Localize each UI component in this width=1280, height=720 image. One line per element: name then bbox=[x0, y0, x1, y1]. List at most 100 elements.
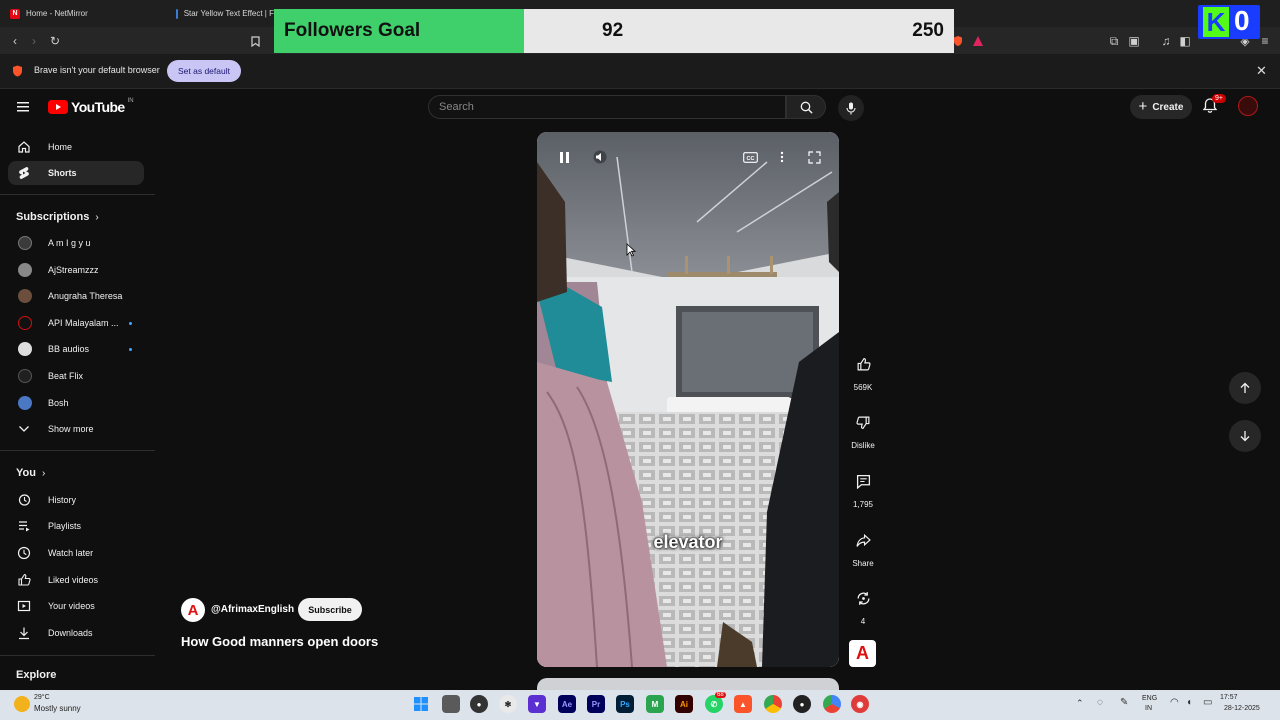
captions-icon[interactable]: CC bbox=[741, 148, 759, 166]
sidebar-item-label: AjStreamzzz bbox=[48, 265, 99, 275]
you-header[interactable]: You › bbox=[16, 467, 45, 479]
sidebar-item-shorts[interactable]: Shorts bbox=[8, 161, 144, 185]
previous-short-button[interactable] bbox=[1229, 372, 1261, 404]
app-m-icon[interactable]: M bbox=[646, 695, 664, 713]
channel-name[interactable]: @AfrimaxEnglish bbox=[211, 604, 294, 615]
search-box bbox=[428, 95, 786, 119]
vpn-app-icon[interactable]: ▼ bbox=[528, 695, 546, 713]
volume-icon[interactable] bbox=[591, 148, 609, 166]
default-browser-infobar: Brave isn't your default browser Set as … bbox=[0, 54, 1280, 89]
sidebar-item-subscription[interactable]: A m I g y u bbox=[8, 231, 144, 255]
subscriptions-header[interactable]: Subscriptions › bbox=[16, 211, 99, 223]
sidebar-item-home[interactable]: Home bbox=[8, 135, 144, 159]
sidebar-item-watch-later[interactable]: Watch later bbox=[8, 541, 144, 565]
explore-header: Explore bbox=[16, 669, 57, 681]
windows-start-icon[interactable] bbox=[412, 695, 430, 713]
battery-icon[interactable]: ▭ bbox=[1203, 697, 1212, 708]
followers-goal-target: 250 bbox=[912, 20, 944, 41]
sidebar-item-playlists[interactable]: Playlists bbox=[8, 514, 144, 538]
search-input[interactable] bbox=[429, 96, 785, 118]
speaker-icon[interactable]: ◖ bbox=[1186, 697, 1192, 708]
channel-avatar[interactable]: A bbox=[181, 598, 205, 622]
notifications-button[interactable]: 9+ bbox=[1202, 94, 1226, 117]
clock-date[interactable]: 28-12-2025 bbox=[1224, 705, 1260, 712]
network-tray-icon[interactable]: ◌ bbox=[1097, 697, 1103, 708]
reload-icon[interactable]: ↻ bbox=[47, 33, 63, 49]
pause-icon[interactable] bbox=[555, 148, 573, 166]
comments-button[interactable]: 1,795 bbox=[846, 466, 880, 509]
channel-thumbnail[interactable]: A bbox=[849, 640, 876, 667]
screenshot-icon[interactable]: ▣ bbox=[1126, 33, 1142, 49]
sidebar-item-subscription[interactable]: Bosh bbox=[8, 391, 144, 415]
share-icon bbox=[848, 525, 878, 555]
set-as-default-button[interactable]: Set as default bbox=[167, 60, 241, 82]
youtube-logo[interactable]: YouTube IN bbox=[48, 98, 134, 115]
pen-tray-icon[interactable]: ✎ bbox=[1120, 697, 1128, 708]
sidebar-item-liked-videos[interactable]: Liked videos bbox=[8, 568, 144, 592]
search-button[interactable] bbox=[786, 95, 826, 119]
you-label: You bbox=[16, 467, 36, 479]
clock-time[interactable]: 17:57 bbox=[1220, 694, 1238, 701]
tab-star-yellow-text[interactable]: Star Yellow Text Effect | F bbox=[166, 0, 274, 27]
sidebar-item-subscription[interactable]: API Malayalam ... bbox=[8, 311, 144, 335]
hamburger-menu-icon[interactable] bbox=[16, 100, 32, 114]
sidebar-item-downloads[interactable]: Downloads bbox=[8, 621, 144, 645]
weather-widget[interactable]: 29°C Mostly sunny bbox=[14, 693, 104, 717]
sidebar-item-subscription[interactable]: BB audios bbox=[8, 337, 144, 361]
sidebar-toggle-icon[interactable]: ◧ bbox=[1177, 33, 1193, 49]
sidebar-item-label: Shorts bbox=[48, 168, 77, 178]
tab-netmirror[interactable]: N Home - NetMirror bbox=[0, 0, 170, 27]
bookmark-icon[interactable] bbox=[247, 33, 263, 49]
sidebar-item-label: Watch later bbox=[48, 548, 94, 558]
close-icon[interactable]: ✕ bbox=[1256, 63, 1267, 79]
after-effects-icon[interactable]: Ae bbox=[558, 695, 576, 713]
forward-icon[interactable]: › bbox=[26, 33, 42, 49]
account-avatar[interactable] bbox=[1238, 96, 1258, 116]
sidebar-item-subscription[interactable]: AjStreamzzz bbox=[8, 258, 144, 282]
premiere-pro-icon[interactable]: Pr bbox=[587, 695, 605, 713]
media-icon[interactable]: ♫ bbox=[1158, 33, 1174, 49]
chrome-profile-icon[interactable] bbox=[823, 695, 841, 713]
fullscreen-icon[interactable] bbox=[805, 148, 823, 166]
illustrator-icon[interactable]: Ai bbox=[675, 695, 693, 713]
language-code[interactable]: ENG bbox=[1142, 695, 1157, 702]
dislike-button[interactable]: Dislike bbox=[846, 407, 880, 450]
brave-icon[interactable]: ▲ bbox=[734, 695, 752, 713]
like-button[interactable]: 569K bbox=[846, 349, 880, 392]
davinci-resolve-icon[interactable]: ● bbox=[793, 695, 811, 713]
chrome-icon[interactable] bbox=[764, 695, 782, 713]
video-title[interactable]: How Good manners open doors bbox=[181, 634, 378, 649]
record-app-icon[interactable]: ◉ bbox=[851, 695, 869, 713]
kick-count: 0 bbox=[1234, 5, 1250, 36]
sidebar-item-your-videos[interactable]: Your videos bbox=[8, 594, 144, 618]
followers-goal-widget: Followers Goal 92 250 bbox=[274, 9, 954, 53]
like-icon bbox=[16, 572, 32, 588]
sidebar-item-subscription[interactable]: Beat Flix bbox=[8, 364, 144, 388]
create-button[interactable]: + Create bbox=[1130, 95, 1192, 119]
history-icon bbox=[16, 492, 32, 508]
sidebar-item-history[interactable]: History bbox=[8, 488, 144, 512]
task-view-icon[interactable] bbox=[442, 695, 460, 713]
chatgpt-icon[interactable]: ✻ bbox=[499, 695, 517, 713]
voice-search-button[interactable] bbox=[838, 95, 864, 121]
show-more-button[interactable]: Show more bbox=[8, 417, 144, 441]
sidebar-item-subscription[interactable]: Anugraha Theresa bbox=[8, 284, 144, 308]
next-short-button[interactable] bbox=[1229, 420, 1261, 452]
chevron-right-icon: › bbox=[41, 467, 46, 479]
wifi-icon[interactable]: ◠ bbox=[1170, 697, 1179, 708]
photoshop-icon[interactable]: Ps bbox=[616, 695, 634, 713]
back-icon[interactable]: ‹ bbox=[7, 33, 23, 49]
share-button[interactable]: Share bbox=[846, 525, 880, 568]
tray-overflow-icon[interactable]: ⌃ bbox=[1076, 698, 1084, 709]
shorts-video-player[interactable] bbox=[537, 132, 839, 667]
obs-icon[interactable]: ● bbox=[470, 695, 488, 713]
microphone-icon bbox=[846, 102, 856, 114]
remix-button[interactable]: 4 bbox=[846, 583, 880, 626]
next-short-preview[interactable] bbox=[537, 678, 839, 690]
brave-rewards-icon[interactable] bbox=[970, 33, 986, 49]
channel-avatar bbox=[18, 396, 32, 410]
subscribe-button[interactable]: Subscribe bbox=[298, 598, 362, 621]
more-options-icon[interactable] bbox=[773, 148, 791, 166]
extensions-icon[interactable]: ⧉ bbox=[1106, 33, 1122, 49]
followers-goal-label: Followers Goal bbox=[284, 20, 421, 41]
